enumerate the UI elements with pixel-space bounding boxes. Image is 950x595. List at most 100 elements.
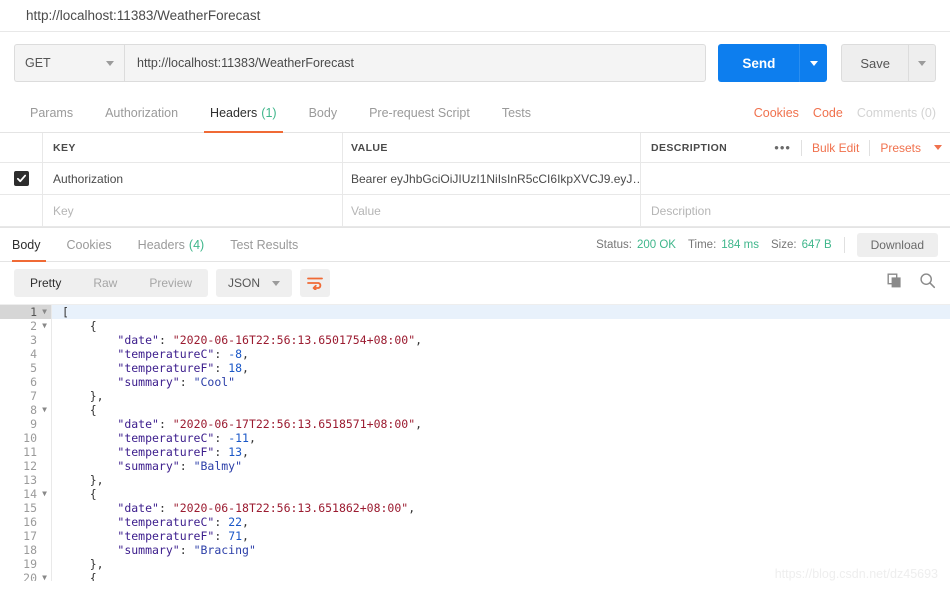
tab-headers[interactable]: Headers (1) bbox=[194, 94, 293, 133]
download-button[interactable]: Download bbox=[856, 232, 938, 257]
more-options-icon[interactable]: ••• bbox=[774, 140, 791, 155]
tab-label: Authorization bbox=[105, 106, 179, 120]
description-input-placeholder[interactable]: Description bbox=[651, 204, 711, 218]
code-line: 11 "temperatureF": 13, bbox=[0, 445, 950, 459]
line-number-value: 14 bbox=[23, 487, 37, 501]
key-input-placeholder[interactable]: Key bbox=[53, 204, 74, 218]
fold-toggle-icon[interactable]: ▼ bbox=[40, 487, 47, 501]
fold-toggle-icon[interactable]: ▼ bbox=[40, 319, 47, 333]
url-input-value: http://localhost:11383/WeatherForecast bbox=[137, 56, 355, 70]
code-token: , bbox=[242, 347, 249, 361]
response-tab-body[interactable]: Body bbox=[12, 228, 54, 262]
line-number: 1 ▼ bbox=[0, 305, 52, 319]
row-enabled-checkbox[interactable] bbox=[13, 171, 29, 186]
line-number: 19 bbox=[0, 557, 52, 571]
code-token: "date" bbox=[117, 501, 159, 515]
line-number-value: 13 bbox=[23, 473, 37, 487]
code-token: , bbox=[248, 431, 256, 445]
http-method-value: GET bbox=[25, 56, 51, 70]
tab-tests[interactable]: Tests bbox=[486, 94, 547, 132]
window-titlebar: http://localhost:11383/WeatherForecast bbox=[0, 0, 950, 32]
code-line-content: { bbox=[52, 403, 97, 417]
code-token: }, bbox=[62, 473, 104, 487]
line-number-value: 9 bbox=[30, 417, 37, 431]
headers-table-actions: ••• Bulk Edit Presets bbox=[774, 139, 942, 156]
code-line-content: "temperatureC": -11, bbox=[52, 431, 256, 445]
http-method-select[interactable]: GET bbox=[14, 44, 124, 82]
save-options-button[interactable] bbox=[908, 44, 936, 82]
format-mode-raw[interactable]: Raw bbox=[77, 269, 133, 297]
tab-label: Params bbox=[30, 106, 74, 120]
fold-toggle-icon[interactable]: ▼ bbox=[40, 403, 47, 417]
header-checkbox-column bbox=[0, 133, 43, 162]
code-line-content: "temperatureF": 18, bbox=[52, 361, 249, 375]
table-row[interactable]: Authorization Bearer eyJhbGciOiJIUzI1NiI… bbox=[0, 163, 950, 195]
line-number: 6 bbox=[0, 375, 52, 389]
format-mode-pretty[interactable]: Pretty bbox=[14, 269, 77, 297]
code-token: "date" bbox=[117, 417, 159, 431]
code-token: "2020-06-18T22:56:13.651862+08:00" bbox=[172, 501, 409, 515]
presets-button[interactable]: Presets bbox=[880, 141, 921, 155]
code-line-content: { bbox=[52, 319, 97, 333]
line-number: 11 bbox=[0, 445, 52, 459]
fold-toggle-icon[interactable]: ▼ bbox=[40, 571, 47, 581]
line-number-value: 5 bbox=[30, 361, 37, 375]
line-number: 10 bbox=[0, 431, 52, 445]
content-type-select[interactable]: JSON bbox=[216, 269, 293, 297]
cookies-button[interactable]: Cookies bbox=[754, 106, 799, 120]
code-line-content: }, bbox=[52, 557, 104, 571]
code-button[interactable]: Code bbox=[813, 106, 843, 120]
send-button[interactable]: Send bbox=[718, 44, 800, 82]
response-tab-cookies[interactable]: Cookies bbox=[54, 228, 125, 261]
code-line-content: "temperatureC": 22, bbox=[52, 515, 249, 529]
fold-toggle-icon[interactable]: ▼ bbox=[40, 305, 47, 319]
code-line: 15 "date": "2020-06-18T22:56:13.651862+0… bbox=[0, 501, 950, 515]
table-row-empty[interactable]: Key Value Description bbox=[0, 195, 950, 227]
tab-body[interactable]: Body bbox=[293, 94, 354, 132]
column-header-description: DESCRIPTION bbox=[651, 141, 728, 154]
code-token: : bbox=[179, 459, 194, 473]
code-line: 16 "temperatureC": 22, bbox=[0, 515, 950, 529]
tab-label: Tests bbox=[501, 106, 531, 120]
bulk-edit-button[interactable]: Bulk Edit bbox=[812, 141, 859, 155]
header-key-value[interactable]: Authorization bbox=[53, 172, 123, 186]
code-line: 10 "temperatureC": -11, bbox=[0, 431, 950, 445]
response-body-json[interactable]: 1 ▼[2 ▼ {3 "date": "2020-06-16T22:56:13.65… bbox=[0, 304, 950, 581]
send-options-button[interactable] bbox=[799, 44, 828, 82]
divider bbox=[800, 139, 802, 156]
save-button[interactable]: Save bbox=[841, 44, 908, 82]
column-header-value: VALUE bbox=[351, 141, 388, 154]
line-number: 7 bbox=[0, 389, 52, 403]
code-line: 5 "temperatureF": 18, bbox=[0, 361, 950, 375]
code-line-content: "temperatureF": 13, bbox=[52, 445, 249, 459]
code-token: "temperatureF" bbox=[117, 361, 215, 375]
code-line: 7 }, bbox=[0, 389, 950, 403]
code-line-content: "temperatureC": -8, bbox=[52, 347, 249, 361]
response-tab-headers[interactable]: Headers (4) bbox=[125, 228, 218, 261]
code-token: , bbox=[242, 445, 249, 459]
tab-params[interactable]: Params bbox=[14, 94, 89, 132]
code-token: , bbox=[408, 501, 416, 515]
response-tab-test-results[interactable]: Test Results bbox=[217, 228, 311, 261]
header-value-value[interactable]: Bearer eyJhbGciOiJIUzI1NiIsInR5cCI6IkpXV… bbox=[351, 172, 640, 186]
wrap-text-icon[interactable] bbox=[300, 269, 331, 297]
search-icon[interactable] bbox=[919, 272, 936, 294]
copy-icon[interactable] bbox=[887, 273, 903, 294]
code-token: "Balmy" bbox=[193, 459, 243, 473]
tab-pre-request-script[interactable]: Pre-request Script bbox=[353, 94, 486, 132]
value-input-placeholder[interactable]: Value bbox=[351, 204, 381, 218]
code-token: -11 bbox=[228, 431, 249, 445]
header-row-checkbox-cell bbox=[0, 163, 43, 194]
tab-authorization[interactable]: Authorization bbox=[89, 94, 194, 132]
line-number-value: 18 bbox=[23, 543, 37, 557]
response-tab-label: Test Results bbox=[230, 237, 299, 252]
url-input[interactable]: http://localhost:11383/WeatherForecast bbox=[124, 44, 707, 82]
code-token: "2020-06-17T22:56:13.6518571+08:00" bbox=[172, 417, 416, 431]
line-number-value: 4 bbox=[30, 347, 37, 361]
line-number-value: 8 bbox=[30, 403, 37, 417]
format-mode-preview[interactable]: Preview bbox=[133, 269, 208, 297]
code-line-content: "date": "2020-06-17T22:56:13.6518571+08:… bbox=[52, 417, 422, 431]
